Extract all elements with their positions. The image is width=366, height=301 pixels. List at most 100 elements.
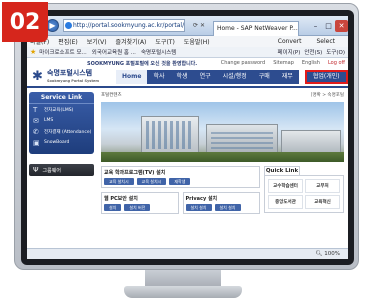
service-link-item[interactable]: ✆ 전자결재 (Attendance): [29, 126, 94, 137]
section-title: 교육 학과프로그램(TV) 설치: [104, 170, 166, 176]
install-button[interactable]: 설치 설치: [214, 204, 241, 211]
favorites-bar: ★ 마이크로소프트 모... 외국어교육원 홈 ... 숙명포털시스템 페이지(…: [27, 47, 348, 58]
menu-help[interactable]: 도움말(H): [184, 37, 210, 46]
menu-tools[interactable]: 도구(T): [155, 37, 174, 46]
install-button[interactable]: 설치 설치: [185, 204, 212, 211]
logoff-link[interactable]: Log off: [328, 60, 345, 66]
favorite-link-3[interactable]: 숙명포털시스템: [141, 48, 176, 56]
web-page: SOOKMYUNG 포털포털에 오신 것을 환영합니다. Change pass…: [27, 58, 348, 248]
step-badge: 02: [2, 2, 48, 42]
section-buttons: 설치 설치 버전: [104, 204, 176, 211]
service-link-panel: Service Link T 전자교육(LMS) ✉ LMS ✆ 전자결재 (A…: [29, 92, 94, 154]
menu-bar: 파일(F) 편집(E) 보기(V) 즐겨찾기(A) 도구(T) 도움말(H) C…: [27, 36, 348, 47]
install-button[interactable]: 재학생: [169, 178, 191, 185]
convert-button[interactable]: Convert: [278, 38, 302, 45]
stage: 02 ◀ ▶ http://portal.sookmyung.ac.kr/por…: [0, 0, 366, 301]
mail-icon: ✉: [33, 116, 39, 125]
service-link-label: 전자교육(LMS): [44, 107, 74, 113]
tools-menu[interactable]: 도구(O): [326, 48, 345, 56]
section-buttons: 교육 설치시 교육 설치시 재학생: [104, 178, 257, 185]
english-link[interactable]: English: [302, 60, 320, 66]
portal-top-strip: SOOKMYUNG 포털포털에 오신 것을 환영합니다. Change pass…: [27, 58, 348, 68]
quick-link-item[interactable]: 중앙도서관: [268, 195, 303, 209]
install-section: 교육 학과프로그램(TV) 설치 교육 설치시 교육 설치시 재학생: [101, 166, 260, 188]
portal-slogan: SOOKMYUNG 포털포털에 오신 것을 환영합니다.: [87, 60, 198, 67]
banner-building: [281, 130, 341, 154]
service-link-label: LMS: [44, 118, 54, 123]
install-section: 웹 PC보안 설치 설치 설치 버전: [101, 192, 179, 214]
logo-subtitle: Sookmyung Portal System: [47, 79, 100, 83]
zoom-level[interactable]: 100%: [324, 251, 340, 257]
gnb-finance[interactable]: 재무: [276, 70, 299, 84]
service-link-label: 전자결재 (Attendance): [44, 129, 92, 135]
refresh-icon[interactable]: ⟳ ✕: [185, 19, 213, 32]
sitemap-link[interactable]: Sitemap: [273, 60, 294, 66]
menu-edit[interactable]: 편집(E): [58, 37, 78, 46]
favorite-link-2[interactable]: 외국어교육원 홈 ...: [92, 48, 136, 56]
lower-area: 교육 학과프로그램(TV) 설치 교육 설치시 교육 설치시 재학생 웹 PC보…: [101, 166, 344, 218]
install-button[interactable]: 설치 버전: [124, 204, 151, 211]
zoom-icon[interactable]: 🔍︎: [316, 251, 325, 257]
maximize-icon[interactable]: □: [322, 20, 335, 32]
status-bar: 🔍︎ 100%: [27, 248, 348, 259]
gnb-facility[interactable]: 시설/행정: [217, 70, 253, 84]
quick-link-item[interactable]: 교육혁신: [305, 195, 340, 209]
monitor-bezel: ◀ ▶ http://portal.sookmyung.ac.kr/portal…: [21, 10, 354, 265]
select-button[interactable]: Select: [316, 38, 335, 45]
service-link-item[interactable]: T 전자교육(LMS): [29, 104, 94, 115]
close-icon[interactable]: ✕: [335, 19, 348, 32]
service-link-item[interactable]: ▣ SnowBoard: [29, 137, 94, 148]
address-bar[interactable]: http://portal.sookmyung.ac.kr/portal/: [63, 19, 185, 32]
service-link-title: Service Link: [29, 94, 94, 104]
logo-text: 숙명포털시스템 Sookmyung Portal System: [47, 69, 99, 85]
portal-top-links: Change password Sitemap English Log off: [221, 60, 348, 66]
breadcrumb-path: [명확 > 숙명포털: [310, 93, 344, 98]
quick-link-panel: Quick Link 교수학습센터 교무처 중앙도서관 교육혁신: [264, 166, 344, 218]
change-password-link[interactable]: Change password: [221, 60, 265, 66]
board-icon: ▣: [33, 138, 40, 147]
monitor: ◀ ▶ http://portal.sookmyung.ac.kr/portal…: [14, 3, 359, 270]
banner-trees: [101, 152, 344, 162]
quick-link-item[interactable]: 교무처: [305, 179, 340, 193]
tab-title: Home - SAP NetWeaver P...: [217, 24, 298, 32]
install-section: Privacy 설치 설치 설치 설치 설치: [182, 192, 260, 214]
global-nav: 숙명포털시스템 Sookmyung Portal System Home 학사 …: [27, 68, 348, 88]
install-button[interactable]: 교육 설치시: [104, 178, 134, 185]
quick-link-item[interactable]: 교수학습센터: [268, 179, 303, 193]
favorite-link-1[interactable]: 마이크로소프트 모...: [39, 48, 86, 56]
banner-building: [141, 116, 199, 154]
page-menu[interactable]: 페이지(P): [278, 48, 301, 56]
window-controls: – □ ✕: [309, 19, 348, 32]
campus-banner-image: [101, 102, 344, 162]
banner-building: [206, 124, 278, 154]
menu-view[interactable]: 보기(V): [87, 37, 107, 46]
gnb-purchase[interactable]: 구매: [253, 70, 276, 84]
lms-icon: T: [33, 105, 38, 114]
install-button[interactable]: 교육 설치시: [136, 178, 167, 185]
favorites-star-icon[interactable]: ★: [30, 48, 36, 56]
browser-tab[interactable]: Home - SAP NetWeaver P...: [213, 20, 299, 36]
portal-logo[interactable]: 숙명포털시스템 Sookmyung Portal System: [32, 69, 108, 85]
groupware-icon: Ψ: [33, 166, 39, 174]
gnb-academic[interactable]: 학사: [147, 70, 170, 84]
section-title: 웹 PC보안 설치: [104, 196, 138, 202]
quick-link-tab[interactable]: Quick Link: [264, 166, 300, 175]
section-title: Privacy 설치: [185, 196, 218, 202]
screen: ◀ ▶ http://portal.sookmyung.ac.kr/portal…: [27, 16, 348, 259]
gnb-collaboration-highlighted[interactable]: 협업(개인): [304, 70, 348, 84]
safety-menu[interactable]: 안전(S): [304, 48, 322, 56]
minimize-icon[interactable]: –: [309, 20, 322, 32]
install-button[interactable]: 설치: [104, 204, 122, 211]
breadcrumb: 포털컨텐츠 [명확 > 숙명포털: [101, 92, 344, 100]
gnb-home[interactable]: Home: [116, 70, 148, 84]
menu-favorites[interactable]: 즐겨찾기(A): [116, 37, 147, 46]
gnb-research[interactable]: 연구: [194, 70, 217, 84]
service-link-item[interactable]: ✉ LMS: [29, 115, 94, 126]
groupware-button[interactable]: Ψ 그룹웨어: [29, 164, 94, 176]
gnb-student[interactable]: 학생: [171, 70, 194, 84]
portal-content: Service Link T 전자교육(LMS) ✉ LMS ✆ 전자결재 (A…: [27, 88, 348, 246]
left-column: Service Link T 전자교육(LMS) ✉ LMS ✆ 전자결재 (A…: [27, 88, 96, 246]
ie-icon: [65, 22, 72, 29]
browser-toolbar: ◀ ▶ http://portal.sookmyung.ac.kr/portal…: [27, 16, 348, 36]
attendance-icon: ✆: [33, 127, 39, 136]
